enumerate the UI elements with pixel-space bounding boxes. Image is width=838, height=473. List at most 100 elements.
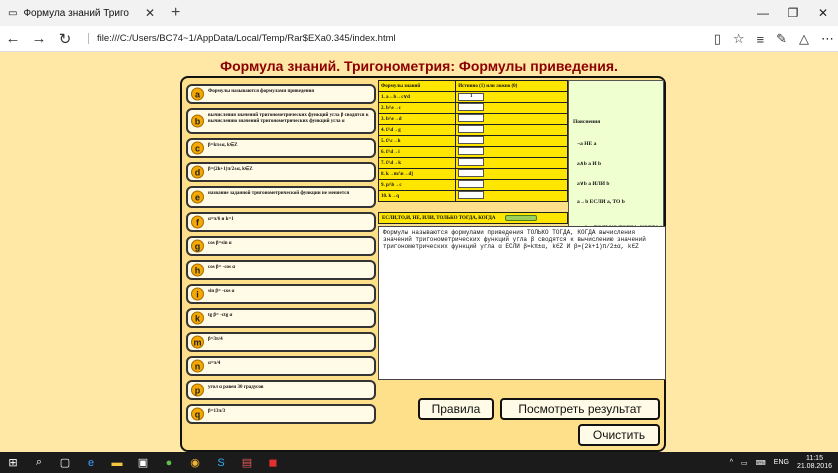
store-icon[interactable]: ▣ [130,452,156,473]
page-icon: ▭ [8,7,18,19]
formula-letter-badge: n [191,359,204,373]
close-tab-icon[interactable]: ✕ [145,6,155,20]
tray-lang[interactable]: ENG [774,459,789,466]
formula-button-d[interactable]: d β=(2k+1)π/2±α, k∈Z [186,162,376,182]
skype-icon[interactable]: S [208,452,234,473]
header-formulas: Формулы знаний [377,80,457,92]
formula-text: название заданной тригонометрической фун… [208,191,350,196]
tab-title: Формула знаний Триго [23,7,129,19]
chrome-icon[interactable]: ◉ [182,452,208,473]
task-view-icon[interactable]: ▢ [52,452,78,473]
app-icon-flag[interactable]: ▤ [234,452,260,473]
truth-input[interactable] [458,136,485,144]
truth-input[interactable] [458,125,485,133]
formula-letter-badge: p [191,383,204,397]
truth-input[interactable] [458,158,485,166]
app-title: Формула знаний. Тригонометрия: Формулы п… [220,58,618,74]
refresh-icon[interactable]: ↻ [52,30,78,48]
formula-letter-badge: e [191,190,204,204]
formula-letter-badge: g [191,239,204,253]
formula-button-k[interactable]: k tg β= -ctg α [186,308,376,328]
table-row: 4. f/\d→g [377,124,568,136]
truth-input[interactable] [458,114,485,122]
formula-letter-badge: a [191,87,204,101]
logic-insert-button[interactable] [504,215,537,221]
truth-input[interactable] [458,180,485,188]
window-controls: — ❐ ✕ [748,0,838,26]
formula-button-n[interactable]: n α=π/4 [186,356,376,376]
app-icon-green[interactable]: ● [156,452,182,473]
truth-input[interactable] [458,147,485,155]
clear-button[interactable]: Очистить [578,424,660,446]
minimize-icon[interactable]: — [748,0,778,26]
formula-button-i[interactable]: i sin β= -cos α [186,284,376,304]
formula-text: β=(2k+1)π/2±α, k∈Z [208,167,253,172]
table-row: 3. b/\e→d [377,113,568,125]
formula-button-f[interactable]: f α=π/6 и k=1 [186,212,376,232]
more-icon[interactable]: ⋯ [821,31,834,47]
formula-letter-badge: b [191,114,204,128]
app-icon-red[interactable]: ◼ [260,452,286,473]
formula-button-p[interactable]: p угол α равен 30 градусов [186,380,376,400]
truth-input[interactable] [458,103,485,111]
edge-icon[interactable]: e [78,452,104,473]
maximize-icon[interactable]: ❐ [778,0,808,26]
truth-cell [455,113,568,125]
formula-button-a[interactable]: a Формулы называются формулами приведения [186,84,376,104]
formula-text: α=π/6 и k=1 [208,217,234,222]
tray-clock[interactable]: 11:15 21.08.2016 [797,455,832,471]
formula-text: cos β= -cos α [208,265,236,270]
view-results-button[interactable]: Посмотреть результат [500,398,660,420]
windows-start-icon[interactable]: ⊞ [0,452,26,473]
back-icon[interactable]: ← [0,30,26,47]
truth-input[interactable] [458,191,485,199]
tray-keyboard-icon[interactable]: ⌨ [756,459,766,467]
file-explorer-icon[interactable]: ▬ [104,452,130,473]
new-tab-icon[interactable]: + [171,4,180,22]
formula-text: sin β= -cos α [208,289,235,294]
favorite-star-icon[interactable]: ☆ [733,31,745,47]
table-row: 6. f/\d→i [377,146,568,158]
formula-expression: 3. b/\e→d [377,113,457,125]
url-field[interactable]: file:///C:/Users/BC74~1/AppData/Local/Te… [88,33,396,44]
table-row: 9. p/\b→c [377,179,568,191]
legend-item: ¬a НЕ a [577,141,597,147]
formula-expression: 10. k→q [377,190,457,202]
truth-cell [455,190,568,202]
truth-input[interactable]: 1 [458,93,485,101]
logic-operators-label: ЕСЛИ,ТО,И, НЕ, ИЛИ, ТОЛЬКО ТОГДА, КОГДА [382,216,496,222]
browser-tools: ▯ ☆ ≡ ✎ △ ⋯ [714,26,834,52]
formula-button-g[interactable]: g cos β=sin α [186,236,376,256]
legend-item: a∧b a И b [577,161,602,167]
table-row: 8. k→m/\n→d] [377,168,568,180]
share-icon[interactable]: △ [799,31,809,47]
truth-cell [455,135,568,147]
formula-button-c[interactable]: c β=kπ±α, k∈Z [186,138,376,158]
formula-button-h[interactable]: h cos β= -cos α [186,260,376,280]
formula-letter-badge: f [191,215,204,229]
legend-panel: Пояснения ¬a НЕ a a∧b a И b a∨b a ИЛИ b a→b… [568,80,664,250]
reading-view-icon[interactable]: ▯ [714,31,721,47]
result-textarea[interactable]: Формулы называются формулами приведения … [378,226,666,380]
tray-date: 21.08.2016 [796,462,832,470]
formula-letter-badge: q [191,407,204,421]
tray-message-icon[interactable]: ▭ [741,459,748,467]
tray-arrow-icon[interactable]: ^ [730,459,733,466]
truth-input[interactable] [458,169,485,177]
rules-button[interactable]: Правила [418,398,494,420]
hub-icon[interactable]: ≡ [757,32,765,47]
forward-icon[interactable]: → [26,30,52,47]
truth-table: Формулы знаний Истинно (1) или ложно (0)… [377,80,568,202]
formula-button-m[interactable]: m β=3π/4 [186,332,376,352]
close-icon[interactable]: ✕ [808,0,838,26]
formula-text: α=π/4 [208,361,221,366]
formula-button-b[interactable]: b вычисления значений тригонометрических … [186,108,376,134]
formula-list: a Формулы называются формулами приведения… [186,82,378,452]
formula-text: β=kπ±α, k∈Z [208,143,238,148]
search-icon[interactable]: ⌕ [26,452,52,473]
browser-tab[interactable]: ▭ Формула знаний Триго ✕ [0,0,164,26]
formula-button-e[interactable]: e название заданной тригонометрической фу… [186,186,376,208]
formula-button-q[interactable]: q β=13π/3 [186,404,376,424]
web-note-icon[interactable]: ✎ [776,31,787,47]
tray-time: 11:15 [805,454,823,462]
